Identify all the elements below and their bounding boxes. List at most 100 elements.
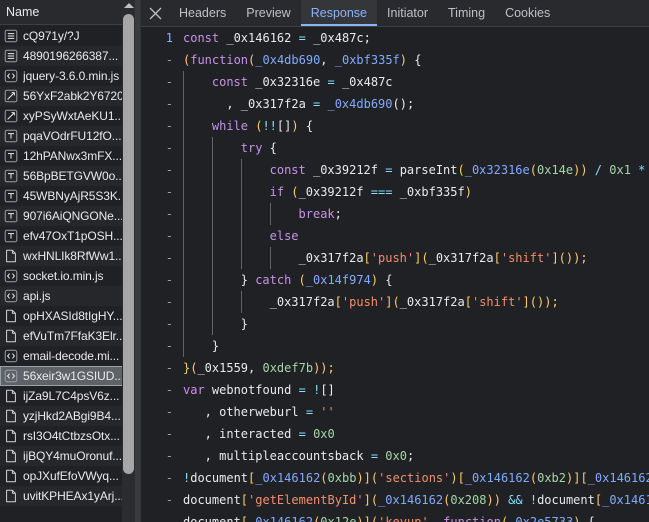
code-line-content: _0x317f2a['push'](_0x317f2a['shift']()); xyxy=(181,247,649,269)
indent-guide xyxy=(183,137,184,159)
code-line: 1 const _0x146162 = _0x487c; xyxy=(141,27,649,49)
response-source-viewer[interactable]: 1 const _0x146162 = _0x487c; - (function(_0… xyxy=(141,27,649,522)
scroll-up-arrow-icon[interactable] xyxy=(124,3,134,8)
request-list-sidebar: Name cQ971y/?J 4890196266387... jquery-3.6… xyxy=(0,0,141,522)
tab-preview[interactable]: Preview xyxy=(236,0,300,26)
tab-initiator[interactable]: Initiator xyxy=(377,0,438,26)
request-list[interactable]: cQ971y/?J 4890196266387... jquery-3.6.0.mi… xyxy=(0,26,140,522)
close-icon xyxy=(149,7,161,19)
code-line-content: _0x317f2a['push'](_0x317f2a['shift']()); xyxy=(181,291,649,313)
indent-guide xyxy=(240,203,242,225)
request-name-label: xyPSyWxtAeKU1... xyxy=(23,109,125,123)
code-token: )]( xyxy=(356,515,379,522)
code-line-content: (function(_0x4db690, _0xbf335f) { xyxy=(181,49,649,71)
code-token: 0x12e xyxy=(320,515,357,522)
request-list-item[interactable]: 56BpBETGVW0o... xyxy=(0,166,140,186)
line-number: 1 xyxy=(165,31,173,45)
request-list-item[interactable]: api.js xyxy=(0,286,140,306)
indent-guide xyxy=(183,269,184,291)
indent-guide xyxy=(211,225,213,247)
line-number: - xyxy=(165,229,173,243)
request-name-label: 45WBNyAjR5S3K... xyxy=(23,189,128,203)
request-list-item[interactable]: 907i6AiQNGONe... xyxy=(0,206,140,226)
code-line-content: var webnotfound = ![] xyxy=(181,379,649,401)
code-line-content: }(_0x1559, 0xdef7b)); xyxy=(181,357,649,379)
request-list-item[interactable]: pqaVOdrFU12fO... xyxy=(0,126,140,146)
code-tokens: !document[_0x146162(0xbb)]('sections')[_… xyxy=(181,467,649,489)
request-list-item[interactable]: cQ971y/?J xyxy=(0,26,140,46)
tab-headers[interactable]: Headers xyxy=(169,0,236,26)
tab-cookies[interactable]: Cookies xyxy=(495,0,560,26)
code-line-content: !document[_0x146162(0xbb)]('sections')[_… xyxy=(181,467,649,489)
code-line: -, interacted = 0x0 xyxy=(141,423,649,445)
code-token: parseInt xyxy=(399,163,458,177)
request-list-item[interactable]: xyPSyWxtAeKU1... xyxy=(0,106,140,126)
code-token: _0xbf335f xyxy=(334,53,400,67)
request-list-item[interactable]: rsI3O4tCtbzsOtx... xyxy=(0,426,140,446)
code-token: } xyxy=(240,317,248,331)
code-tokens: } xyxy=(181,335,219,357)
request-list-item[interactable]: wxHNLIk8RfWw1... xyxy=(0,246,140,266)
request-list-item[interactable]: uvitKPHEAx1yArj... xyxy=(0,486,140,506)
line-number: - xyxy=(165,449,173,463)
code-line: -, multipleaccountsback = 0x0; xyxy=(141,445,649,467)
request-name-label: opHXASId8tIgHY... xyxy=(23,309,123,323)
tab-timing[interactable]: Timing xyxy=(438,0,495,26)
file-icon xyxy=(4,489,18,503)
code-token: ]( xyxy=(414,251,429,265)
code-line-content: } xyxy=(181,313,649,335)
code-tokens: const _0x146162 = _0x487c; xyxy=(181,27,371,49)
request-list-item[interactable]: opHXASId8tIgHY... xyxy=(0,306,140,326)
code-token: ! xyxy=(529,493,538,507)
request-list-item[interactable]: jquery-3.6.0.min.js xyxy=(0,66,140,86)
sidebar-scrollbar[interactable] xyxy=(122,0,135,522)
indent-guide xyxy=(183,93,184,115)
column-header-name[interactable]: Name xyxy=(0,0,140,25)
code-token: )][ xyxy=(566,471,588,485)
request-list-item[interactable]: email-decode.mi... xyxy=(0,346,140,366)
code-token: , xyxy=(428,515,444,522)
request-list-item[interactable]: opJXufEfoVWyq... xyxy=(0,466,140,486)
request-list-item[interactable]: 56xeir3w1GSIUD... xyxy=(0,366,140,386)
code-token: 'sections' xyxy=(378,471,451,485)
code-token: webnotfound xyxy=(204,383,299,397)
request-name-label: 56YxF2abk2Y6720 xyxy=(23,89,124,103)
code-token: } xyxy=(211,339,220,353)
request-list-item[interactable]: yzjHkd2ABgi9B4... xyxy=(0,406,140,426)
document-icon xyxy=(4,29,18,43)
request-list-item[interactable]: ijBQY4muOronuf... xyxy=(0,446,140,466)
tab-group: Headers Preview Response Initiator Timing Coo… xyxy=(169,0,560,26)
line-number: - xyxy=(165,141,173,155)
request-list-item[interactable]: ijZa9L7C4psV6z... xyxy=(0,386,140,406)
request-name-label: opJXufEfoVWyq... xyxy=(23,469,119,483)
text-icon xyxy=(4,229,18,243)
code-tokens: break; xyxy=(181,203,342,225)
code-token: ) xyxy=(464,185,472,199)
request-list-item[interactable]: 56YxF2abk2Y6720 xyxy=(0,86,140,106)
text-icon xyxy=(4,189,18,203)
line-number: - xyxy=(165,251,173,265)
request-name-label: yzjHkd2ABgi9B4... xyxy=(23,409,121,423)
request-list-item[interactable]: efVuTm7FfaK3Elr... xyxy=(0,326,140,346)
line-number: - xyxy=(165,97,173,111)
request-list-item[interactable]: efv47OxT1pOSH... xyxy=(0,226,140,246)
indent-guide xyxy=(211,203,213,225)
indent-guide xyxy=(240,225,242,247)
code-tokens: (function(_0x4db690, _0xbf335f) { xyxy=(181,49,421,71)
code-token: , xyxy=(204,405,220,419)
code-token: _0x146162 xyxy=(464,471,530,485)
code-token: 0x208 xyxy=(450,493,487,507)
request-list-item[interactable]: 4890196266387... xyxy=(0,46,140,66)
request-list-item[interactable]: 12hPANwx3mFX... xyxy=(0,146,140,166)
code-token: document xyxy=(183,493,241,507)
close-button[interactable] xyxy=(141,0,169,26)
code-token: [ xyxy=(240,515,249,522)
scrollbar-thumb[interactable] xyxy=(123,14,134,474)
code-token: _0x39212f xyxy=(298,185,371,199)
request-list-item[interactable]: socket.io.min.js xyxy=(0,266,140,286)
indent-guide xyxy=(183,313,184,335)
tab-response[interactable]: Response xyxy=(300,0,378,26)
request-list-item[interactable]: 45WBNyAjR5S3K... xyxy=(0,186,140,206)
code-token: ) xyxy=(399,53,408,67)
code-token: [ xyxy=(594,493,603,507)
